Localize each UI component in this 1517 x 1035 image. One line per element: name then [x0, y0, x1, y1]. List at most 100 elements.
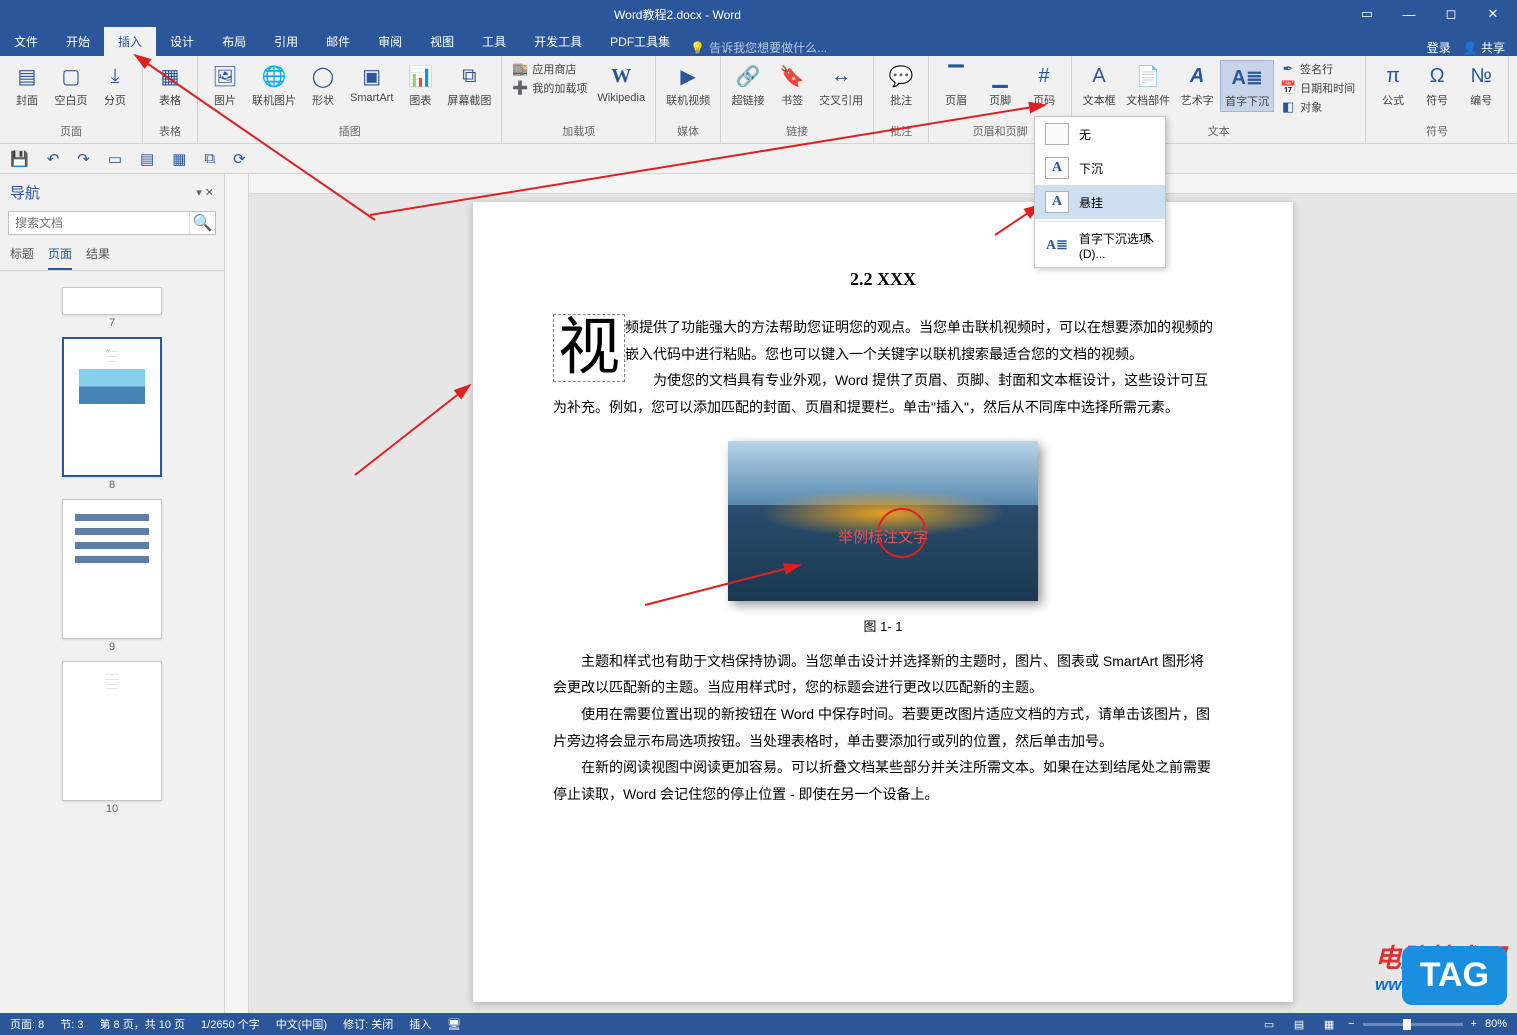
- share-button[interactable]: 👤 共享: [1463, 39, 1505, 56]
- tab-tools[interactable]: 工具: [468, 27, 520, 56]
- thumb-10[interactable]: ————————————: [62, 661, 162, 801]
- ribbon-options-icon[interactable]: ▭: [1347, 0, 1387, 28]
- wordart-icon: A: [1183, 62, 1211, 90]
- screenshot-button[interactable]: ⧉屏幕截图: [443, 60, 495, 110]
- drop-cap-in-margin[interactable]: A悬挂: [1035, 185, 1165, 219]
- zoom-out-button[interactable]: −: [1348, 1018, 1354, 1030]
- online-video-button[interactable]: ▶联机视频: [662, 60, 714, 110]
- drop-cap-none[interactable]: 无: [1035, 117, 1165, 151]
- header-button[interactable]: ▔页眉: [935, 60, 977, 110]
- figure: 举例标注文字 图 1- 1: [553, 441, 1213, 640]
- my-addins-button[interactable]: ➕我的加载项: [508, 79, 591, 97]
- signature-line-button[interactable]: ✒签名行: [1276, 60, 1359, 78]
- cross-ref-button[interactable]: ↔交叉引用: [815, 60, 867, 110]
- drop-cap-dropped[interactable]: A下沉: [1035, 151, 1165, 185]
- tab-file[interactable]: 文件: [0, 27, 52, 56]
- smartart-button[interactable]: ▣SmartArt: [346, 60, 397, 106]
- horizontal-ruler[interactable]: [249, 174, 1517, 194]
- zoom-slider[interactable]: [1363, 1023, 1463, 1026]
- quick-parts-button[interactable]: 📄文档部件: [1122, 60, 1174, 110]
- qat-4[interactable]: ▭: [108, 150, 122, 168]
- textbox-button[interactable]: A文本框: [1078, 60, 1120, 110]
- zoom-in-button[interactable]: +: [1471, 1018, 1477, 1030]
- blank-page-button[interactable]: ▢空白页: [50, 60, 92, 110]
- page-number-button[interactable]: #页码: [1023, 60, 1065, 110]
- qat-7[interactable]: ⧉: [204, 150, 215, 167]
- undo-button[interactable]: ↶: [47, 150, 60, 168]
- number-button[interactable]: №编号: [1460, 60, 1502, 110]
- status-extra-icon[interactable]: 🖥: [447, 1018, 461, 1031]
- equation-button[interactable]: π公式: [1372, 60, 1414, 110]
- minimize-button[interactable]: —: [1389, 0, 1429, 28]
- thumbnails[interactable]: 7 视—————— 8 9 ———————————— 10: [0, 271, 224, 1013]
- qat-8[interactable]: ⟳: [233, 150, 246, 168]
- wikipedia-button[interactable]: WWikipedia: [593, 60, 649, 106]
- status-track[interactable]: 修订: 关闭: [343, 1016, 393, 1032]
- view-read-button[interactable]: ▭: [1258, 1015, 1280, 1033]
- symbol-button[interactable]: Ω符号: [1416, 60, 1458, 110]
- pictures-label: 图片: [214, 92, 236, 108]
- save-button[interactable]: 💾: [10, 150, 29, 168]
- page-break-button[interactable]: ⤓分页: [94, 60, 136, 110]
- view-print-button[interactable]: ▤: [1288, 1015, 1310, 1033]
- tab-mailings[interactable]: 邮件: [312, 27, 364, 56]
- document-area[interactable]: 2.2 XXX 视 频提供了功能强大的方法帮助您证明您的观点。当您单击联机视频时…: [249, 174, 1517, 1013]
- tell-me[interactable]: 💡 告诉我您想要做什么...: [690, 39, 827, 56]
- tab-home[interactable]: 开始: [52, 27, 104, 56]
- footer-button[interactable]: ▁页脚: [979, 60, 1021, 110]
- zoom-level[interactable]: 80%: [1485, 1018, 1507, 1030]
- tab-insert[interactable]: 插入: [104, 27, 156, 56]
- nav-tab-headings[interactable]: 标题: [10, 245, 34, 270]
- status-mode[interactable]: 插入: [409, 1016, 431, 1032]
- number-icon: №: [1467, 62, 1495, 90]
- chart-button[interactable]: 📊图表: [399, 60, 441, 110]
- tab-pdf[interactable]: PDF工具集: [596, 27, 684, 56]
- thumb-9[interactable]: [62, 499, 162, 639]
- shapes-button[interactable]: ◯形状: [302, 60, 344, 110]
- nav-close-button[interactable]: ▾ ✕: [196, 186, 214, 199]
- tab-review[interactable]: 审阅: [364, 27, 416, 56]
- symbol-icon: Ω: [1423, 62, 1451, 90]
- view-web-button[interactable]: ▦: [1318, 1015, 1340, 1033]
- drop-cap-dropped-icon: A: [1045, 157, 1069, 179]
- status-words[interactable]: 1/2650 个字: [201, 1016, 260, 1032]
- status-lang[interactable]: 中文(中国): [276, 1016, 327, 1032]
- wordart-button[interactable]: A艺术字: [1176, 60, 1218, 110]
- cover-page-button[interactable]: ▤封面: [6, 60, 48, 110]
- vertical-ruler[interactable]: [225, 174, 249, 1013]
- tab-layout[interactable]: 布局: [208, 27, 260, 56]
- qat-6[interactable]: ▦: [172, 150, 186, 168]
- nav-tab-results[interactable]: 结果: [86, 245, 110, 270]
- pictures-button[interactable]: 🖼图片: [204, 60, 246, 110]
- table-button[interactable]: ▦表格: [149, 60, 191, 110]
- drop-cap-label: 首字下沉: [1225, 93, 1269, 109]
- comment-button[interactable]: 💬批注: [880, 60, 922, 110]
- thumb-7[interactable]: [62, 287, 162, 315]
- status-section[interactable]: 节: 3: [60, 1016, 83, 1032]
- tab-view[interactable]: 视图: [416, 27, 468, 56]
- bookmark-button[interactable]: 🔖书签: [771, 60, 813, 110]
- nav-tab-pages[interactable]: 页面: [48, 245, 72, 270]
- object-button[interactable]: ◧对象: [1276, 98, 1359, 116]
- search-icon[interactable]: 🔍: [189, 212, 215, 234]
- qat-5[interactable]: ▤: [140, 150, 154, 168]
- status-page-of[interactable]: 第 8 页，共 10 页: [99, 1016, 185, 1032]
- tab-references[interactable]: 引用: [260, 27, 312, 56]
- nav-title: 导航: [10, 182, 40, 203]
- hyperlink-button[interactable]: 🔗超链接: [727, 60, 769, 110]
- search-input[interactable]: [9, 212, 189, 234]
- login-link[interactable]: 登录: [1427, 39, 1451, 56]
- date-time-button[interactable]: 📅日期和时间: [1276, 79, 1359, 97]
- tab-design[interactable]: 设计: [156, 27, 208, 56]
- status-page[interactable]: 页面: 8: [10, 1016, 44, 1032]
- online-pictures-button[interactable]: 🌐联机图片: [248, 60, 300, 110]
- figure-image[interactable]: 举例标注文字: [728, 441, 1038, 601]
- redo-button[interactable]: ↷: [77, 150, 90, 168]
- drop-cap-button[interactable]: A≣首字下沉: [1220, 60, 1274, 112]
- close-button[interactable]: ✕: [1473, 0, 1513, 28]
- maximize-button[interactable]: ◻: [1431, 0, 1471, 28]
- store-button[interactable]: 🏬应用商店: [508, 60, 591, 78]
- drop-cap-selection[interactable]: 视: [553, 314, 625, 382]
- thumb-8[interactable]: 视——————: [62, 337, 162, 477]
- tab-developer[interactable]: 开发工具: [520, 27, 596, 56]
